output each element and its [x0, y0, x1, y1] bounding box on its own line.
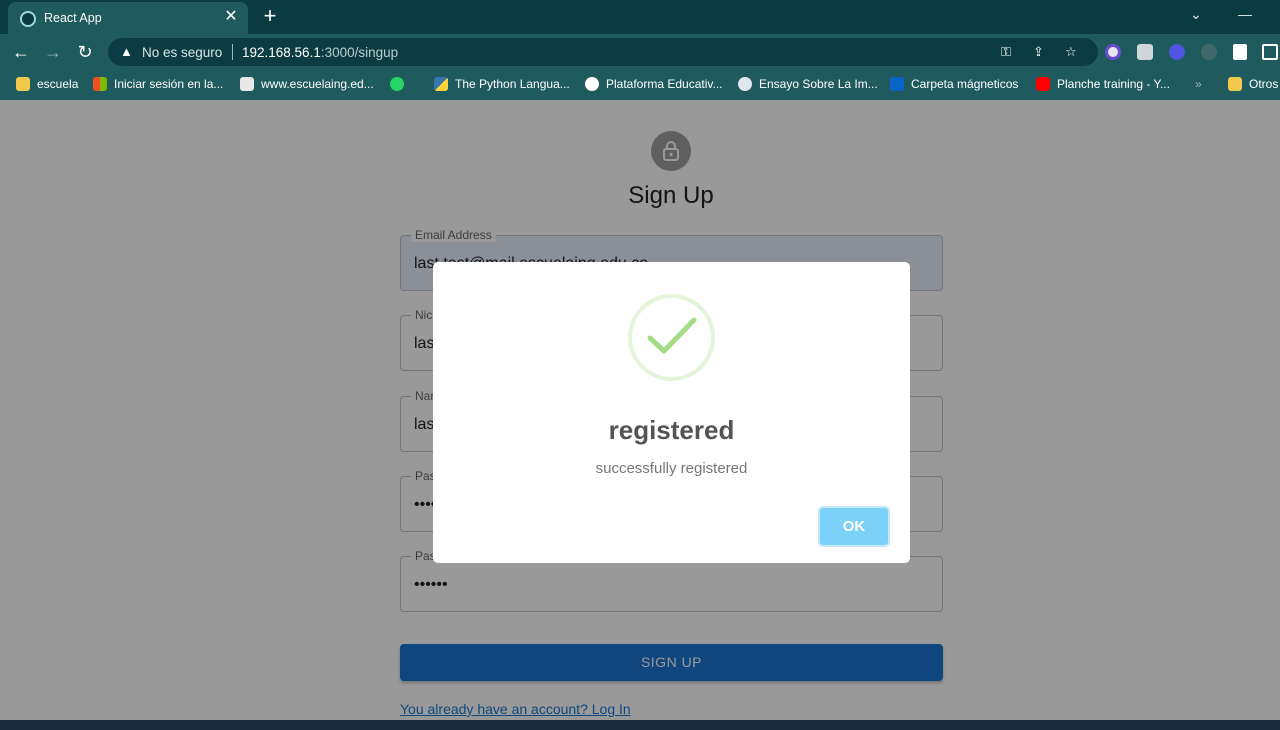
bookmark-item[interactable]: Planche training - Y...: [1036, 77, 1170, 93]
bookmark-label: The Python Langua...: [455, 77, 570, 91]
bookmarks-bar: escuela Iniciar sesión en la... www.escu…: [0, 70, 1280, 100]
warning-icon[interactable]: ▲: [120, 44, 133, 59]
bookmark-label: escuela: [37, 77, 79, 91]
puzzle-icon[interactable]: [1233, 44, 1247, 60]
folder-icon: [1228, 77, 1242, 91]
bookmark-item[interactable]: escuela: [16, 77, 78, 93]
ok-button[interactable]: OK: [818, 506, 890, 547]
bookmark-item[interactable]: Ensayo Sobre La Im...: [738, 77, 878, 93]
new-tab-button[interactable]: +: [258, 4, 282, 28]
forward-button[interactable]: →: [40, 40, 66, 64]
dialog-title: registered: [608, 415, 735, 445]
bookmark-item[interactable]: The Python Langua...: [434, 77, 570, 93]
bookmark-label: Ensayo Sobre La Im...: [759, 77, 878, 91]
react-icon: [20, 11, 36, 27]
site-icon: [738, 77, 752, 91]
camera-icon[interactable]: [1137, 44, 1153, 60]
bookmark-item[interactable]: [390, 77, 411, 93]
bookmark-item[interactable]: Plataforma Educativ...: [585, 77, 723, 93]
bookmark-star-icon[interactable]: ☆: [1065, 44, 1077, 60]
bookmark-item[interactable]: Iniciar sesión en la...: [93, 77, 223, 93]
security-status[interactable]: No es seguro: [142, 45, 222, 60]
extension-block-icon[interactable]: [1105, 44, 1121, 60]
bookmark-label: Carpeta mágneticos: [911, 77, 1019, 91]
tab-search-icon[interactable]: ⌄: [1190, 6, 1202, 23]
minimize-icon[interactable]: —: [1238, 6, 1252, 22]
tab-close-icon[interactable]: ✕: [222, 8, 240, 26]
globe-icon: [585, 77, 599, 91]
divider: [232, 44, 233, 60]
whatsapp-icon: [390, 77, 404, 91]
eye-icon[interactable]: [1201, 44, 1217, 60]
sidebar-icon[interactable]: [1262, 44, 1278, 60]
url-host: 192.168.56.1: [242, 45, 321, 60]
success-dialog: registered successfully registered OK: [433, 262, 910, 563]
bookmark-label: Iniciar sesión en la...: [114, 77, 224, 91]
url-text[interactable]: 192.168.56.1:3000/singup: [242, 45, 398, 60]
folder-icon: [16, 77, 30, 91]
success-icon: [628, 294, 715, 381]
back-button[interactable]: ←: [8, 40, 34, 64]
os-taskbar: [0, 720, 1280, 730]
bookmark-item[interactable]: Carpeta mágneticos: [890, 77, 1018, 93]
tab-title: React App: [44, 11, 102, 25]
address-bar[interactable]: ▲ No es seguro 192.168.56.1:3000/singup …: [108, 38, 1098, 66]
outlook-icon: [890, 77, 904, 91]
python-icon: [434, 77, 448, 91]
bookmark-label: Planche training - Y...: [1057, 77, 1170, 91]
page-icon: [240, 77, 254, 91]
browser-tab[interactable]: React App ✕: [8, 2, 248, 34]
extension-gear-icon[interactable]: [1169, 44, 1185, 60]
bookmark-item[interactable]: www.escuelaing.ed...: [240, 77, 374, 93]
bookmark-label: www.escuelaing.ed...: [261, 77, 374, 91]
bookmark-item[interactable]: Otros: [1228, 77, 1278, 93]
dialog-message: successfully registered: [595, 460, 748, 477]
share-icon[interactable]: ⇪: [1033, 44, 1044, 60]
bookmark-label: Otros: [1249, 77, 1279, 91]
checkmark-icon: [647, 317, 697, 354]
browser-tabbar: React App ✕ + ⌄ —: [0, 0, 1280, 34]
key-icon[interactable]: ⚿: [1001, 44, 1011, 60]
browser-toolbar: ← → ↻ ▲ No es seguro 192.168.56.1:3000/s…: [0, 34, 1280, 70]
microsoft-icon: [93, 77, 107, 91]
youtube-icon: [1036, 77, 1050, 91]
bookmark-label: Plataforma Educativ...: [606, 77, 723, 91]
more-bookmarks-button[interactable]: »: [1195, 77, 1202, 93]
reload-button[interactable]: ↻: [72, 40, 98, 64]
url-path: :3000/singup: [320, 45, 399, 60]
